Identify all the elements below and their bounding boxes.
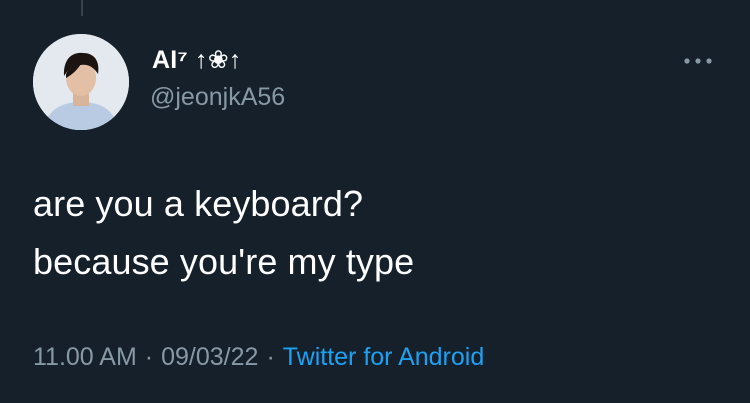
meta-separator: ·	[144, 343, 154, 371]
tweet-text-line: because you're my type	[33, 241, 415, 282]
more-dots-icon[interactable]	[680, 50, 716, 72]
tweet-text: are you a keyboard? because you're my ty…	[33, 175, 414, 291]
meta-separator: ·	[266, 343, 275, 371]
avatar[interactable]	[33, 34, 129, 130]
tweet-time[interactable]: 11.00 AM	[33, 343, 137, 371]
avatar-image	[33, 34, 129, 130]
tweet-metadata: 11.00 AM · 09/03/22 · Twitter for Android	[33, 342, 484, 372]
user-handle[interactable]: @jeonjkA56	[150, 82, 285, 112]
tweet-text-line: are you a keyboard?	[33, 183, 364, 224]
display-name[interactable]: AI⁷ ↑❀↑	[152, 45, 242, 75]
thread-connector-line	[81, 0, 83, 16]
tweet-source-link[interactable]: Twitter for Android	[283, 343, 484, 371]
tweet-date[interactable]: 09/03/22	[161, 343, 258, 371]
